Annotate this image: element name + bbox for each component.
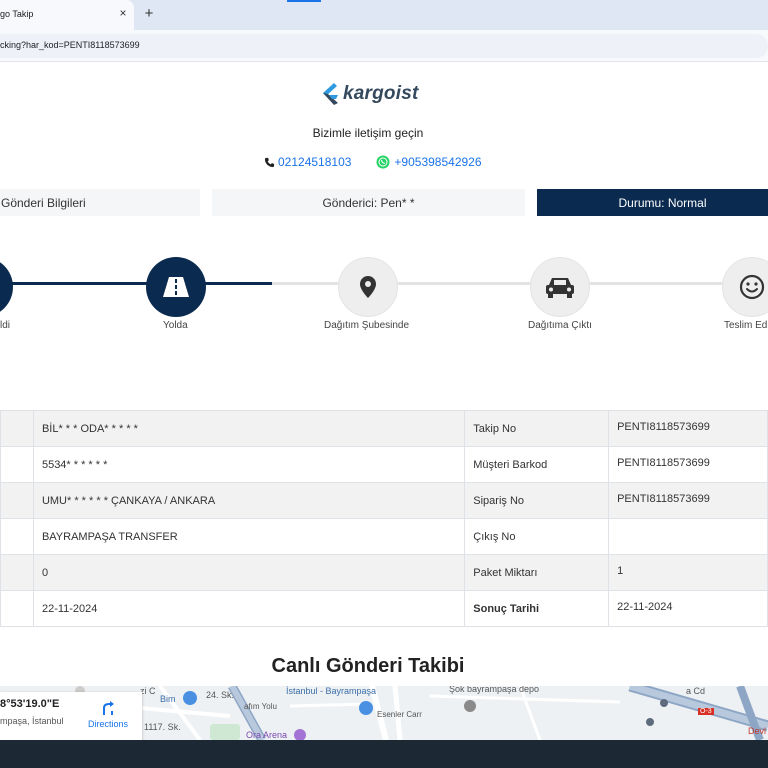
detail-value-right: PENTI8118573699 [608, 482, 768, 519]
phone-icon [264, 157, 275, 167]
shipment-info-tab[interactable]: Gönderi Bilgileri [0, 189, 200, 216]
table-row: 22-11-2024 Sonuç Tarihi 22-11-2024 [0, 590, 768, 627]
shipment-details-table: BİL* * * ODA* * * * * Takip No PENTI811857… [0, 410, 768, 627]
detail-value-right: PENTI8118573699 [608, 410, 768, 447]
map-label-yolu: afım Yolu [244, 702, 277, 711]
table-row: UMU* * * * * * ÇANKAYA / ANKARA Sipariş N… [0, 482, 768, 519]
detail-value-left: 0 [32, 554, 466, 591]
detail-label: Sonuç Tarihi [464, 590, 610, 627]
detail-value-left: BAYRAMPAŞA TRANSFER [32, 518, 466, 555]
browser-tab[interactable]: go Takip × [0, 0, 134, 30]
map-info-card: 8°53'19.0"E mpaşa, İstanbul Directions [0, 692, 142, 740]
detail-value-left: BİL* * * ODA* * * * * [32, 410, 466, 447]
step-label-at-branch: Dağıtım Şubesinde [324, 320, 410, 331]
detail-label: Çıkış No [464, 518, 610, 555]
map-label-24-sk: 24. Sk. [206, 690, 235, 700]
map-label-istanbul-bayrampasa: İstanbul - Bayrampaşa [286, 686, 377, 696]
map-coordinates: 8°53'19.0"E [0, 698, 60, 710]
tab-strip: go Takip × + [0, 0, 768, 30]
tab-title: go Takip [0, 9, 34, 19]
detail-label: Sipariş No [464, 482, 610, 519]
phone-number: 02124518103 [278, 155, 352, 169]
table-row: 5534* * * * * * Müşteri Barkod PENTI811857… [0, 446, 768, 483]
map-label-cd: a Cd [686, 686, 706, 696]
step-label-out-for-delivery: Dağıtıma Çıktı [528, 320, 592, 331]
row-spacer-cell [0, 518, 34, 555]
status-badge: Durumu: Normal [537, 189, 768, 216]
map-label-esenler: Esenler Carr [377, 710, 422, 719]
detail-value-left: 22-11-2024 [32, 590, 466, 627]
row-spacer-cell [0, 554, 34, 591]
map-label-dev: Devl [748, 726, 767, 736]
step-delivered [722, 257, 768, 317]
new-tab-button[interactable]: + [141, 5, 157, 23]
sender-info: Gönderici: Pen* * [212, 189, 525, 216]
step-at-branch [338, 257, 398, 317]
map-pin-icon [360, 276, 376, 298]
detail-value-right: PENTI8118573699 [608, 446, 768, 483]
detail-value-left: 5534* * * * * * [32, 446, 466, 483]
url-input[interactable]: cking?har_kod=PENTI8118573699 [0, 34, 768, 58]
phone-link[interactable]: 02124518103 [264, 155, 351, 169]
logo-text: kargoist [343, 83, 419, 104]
live-tracking-title: Canlı Gönderi Takibi [271, 655, 465, 677]
whatsapp-icon [376, 155, 390, 169]
step-label-received: ldi [0, 320, 11, 331]
url-text: cking?har_kod=PENTI8118573699 [0, 40, 140, 50]
contact-title: Bizimle iletişim geçin [312, 126, 424, 140]
row-spacer-cell [0, 446, 34, 483]
step-out-for-delivery [530, 257, 590, 317]
table-row: 0 Paket Miktarı 1 [0, 554, 768, 591]
detail-label: Paket Miktarı [464, 554, 610, 591]
tab-close-icon[interactable]: × [116, 6, 130, 20]
map-label-zi: zi C [140, 686, 156, 696]
map-label-bim: Bim [160, 694, 176, 704]
road-icon [163, 277, 189, 297]
map-label-o3: O-3 [698, 708, 714, 715]
car-icon [546, 278, 574, 298]
map-label-sok: Şok bayrampaşa depo [449, 686, 540, 694]
step-label-delivered: Teslim Ed [724, 320, 768, 331]
map-place: mpaşa, İstanbul [0, 716, 64, 726]
progress-line-done [0, 282, 272, 285]
detail-label: Takip No [464, 410, 610, 447]
map-label-ora-arena: Ora Arena [246, 730, 288, 740]
directions-link[interactable]: Directions [88, 719, 128, 729]
table-row: BİL* * * ODA* * * * * Takip No PENTI811857… [0, 410, 768, 447]
step-received [0, 257, 13, 317]
detail-value-right: 1 [608, 554, 768, 591]
detail-value-left: UMU* * * * * * ÇANKAYA / ANKARA [32, 482, 466, 519]
step-on-the-way [146, 257, 206, 317]
directions-icon[interactable] [101, 700, 115, 716]
step-label-on-the-way: Yolda [163, 320, 188, 331]
logo-mark-icon [323, 83, 338, 105]
map-label-1117-sk: 1117. Sk. [144, 722, 181, 732]
page-footer [0, 740, 768, 768]
whatsapp-number: +905398542926 [394, 155, 482, 169]
browser-window: go Takip × + cking?har_kod=PENTI81185736… [0, 0, 768, 768]
row-spacer-cell [0, 590, 34, 627]
whatsapp-link[interactable]: +905398542926 [351, 155, 482, 169]
address-bar: cking?har_kod=PENTI8118573699 [0, 30, 768, 62]
table-row: BAYRAMPAŞA TRANSFER Çıkış No [0, 518, 768, 555]
detail-value-right [608, 518, 768, 555]
row-spacer-cell [0, 410, 34, 447]
detail-value-right: 22-11-2024 [608, 590, 768, 627]
smile-icon [739, 274, 765, 300]
detail-label: Müşteri Barkod [464, 446, 610, 483]
row-spacer-cell [0, 482, 34, 519]
kargoist-logo[interactable]: kargoist [320, 80, 419, 108]
contact-links: 02124518103 +905398542926 [264, 154, 482, 170]
tab-indicator [287, 0, 321, 2]
